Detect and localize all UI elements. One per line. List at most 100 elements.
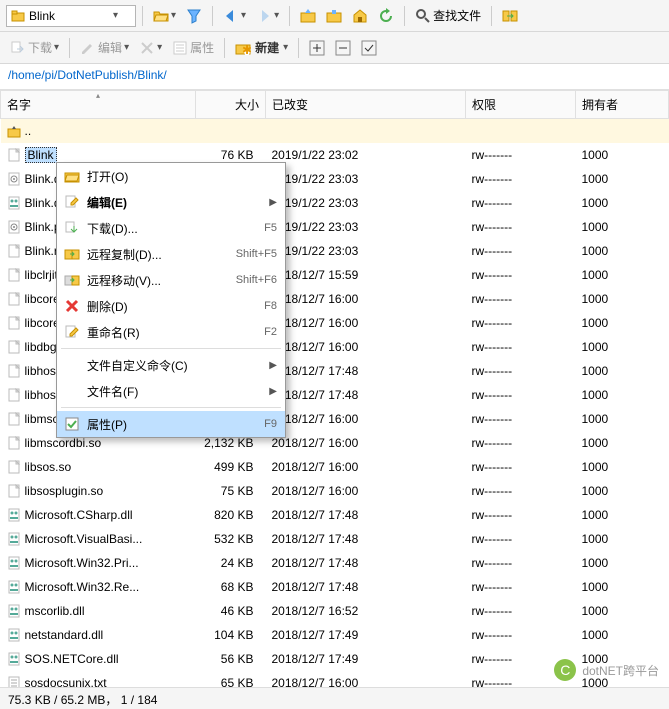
file-row[interactable]: libsos.so499 KB2018/12/7 16:00rw-------1… xyxy=(1,455,669,479)
chevron-right-icon: ▶ xyxy=(265,386,277,397)
menu-item[interactable]: 文件自定义命令(C)▶ xyxy=(57,352,285,378)
menu-label: 远程移动(V)... xyxy=(83,272,236,289)
menu-item[interactable]: 属性(P)F9 xyxy=(57,411,285,437)
file-owner: 1000 xyxy=(576,599,669,623)
file-changed: 2018/12/7 17:48 xyxy=(266,551,466,575)
folder-up-icon xyxy=(7,124,21,138)
menu-shortcut: F9 xyxy=(264,418,277,430)
edit-button[interactable]: 编辑▾ xyxy=(76,37,133,58)
menu-label: 删除(D) xyxy=(83,298,264,315)
menu-item[interactable]: 编辑(E)▶ xyxy=(57,189,285,215)
menu-item[interactable]: 打开(O) xyxy=(57,163,285,189)
menu-shortcut: F8 xyxy=(264,300,277,312)
file-size: 56 KB xyxy=(196,647,266,671)
file-icon xyxy=(7,460,21,474)
file-owner: 1000 xyxy=(576,551,669,575)
file-perm: rw------- xyxy=(466,191,576,215)
file-perm: rw------- xyxy=(466,479,576,503)
sync-button[interactable] xyxy=(498,6,522,26)
move-remote-icon xyxy=(64,272,80,288)
file-changed: 2018/12/7 17:48 xyxy=(266,503,466,527)
parent-dir-row[interactable]: .. xyxy=(1,119,669,143)
file-size: 46 KB xyxy=(196,599,266,623)
file-perm: rw------- xyxy=(466,431,576,455)
parent-folder-button[interactable] xyxy=(296,6,320,26)
menu-item[interactable]: 删除(D)F8 xyxy=(57,293,285,319)
menu-label: 文件自定义命令(C) xyxy=(83,357,265,374)
open-folder-button[interactable]: ▾ xyxy=(149,6,180,26)
file-owner: 1000 xyxy=(576,407,669,431)
properties-icon xyxy=(64,416,80,432)
file-size: 75 KB xyxy=(196,479,266,503)
refresh-button[interactable] xyxy=(374,6,398,26)
file-owner: 1000 xyxy=(576,575,669,599)
file-name: Microsoft.Win32.Pri... xyxy=(25,556,139,570)
home-button[interactable] xyxy=(348,6,372,26)
column-owner[interactable]: 拥有者 xyxy=(576,91,669,119)
x-icon xyxy=(139,40,155,56)
file-owner: 1000 xyxy=(576,263,669,287)
file-row[interactable]: Microsoft.Win32.Re...68 KB2018/12/7 17:4… xyxy=(1,575,669,599)
file-owner: 1000 xyxy=(576,215,669,239)
menu-label: 远程复制(D)... xyxy=(83,246,236,263)
minus-icon xyxy=(335,40,351,56)
root-folder-button[interactable] xyxy=(322,6,346,26)
file-perm: rw------- xyxy=(466,167,576,191)
file-icon xyxy=(7,484,21,498)
find-files-button[interactable]: 查找文件 xyxy=(411,5,485,26)
file-changed: 2018/12/7 16:00 xyxy=(266,311,466,335)
file-row[interactable]: Microsoft.Win32.Pri... 24 KB2018/12/7 17:… xyxy=(1,551,669,575)
menu-item[interactable]: 下载(D)...F5 xyxy=(57,215,285,241)
menu-label: 下载(D)... xyxy=(83,220,264,237)
context-menu: 打开(O)编辑(E)▶下载(D)...F5远程复制(D)...Shift+F5远… xyxy=(56,162,286,438)
download-button[interactable]: 下载▾ xyxy=(6,37,63,58)
menu-label: 编辑(E) xyxy=(83,194,265,211)
column-size[interactable]: 大小 xyxy=(196,91,266,119)
file-row[interactable]: Microsoft.VisualBasi...532 KB2018/12/7 1… xyxy=(1,527,669,551)
plus-button[interactable] xyxy=(305,38,329,58)
file-perm: rw------- xyxy=(466,527,576,551)
file-perm: rw------- xyxy=(466,263,576,287)
file-changed: 2018/12/7 15:59 xyxy=(266,263,466,287)
folder-root-icon xyxy=(326,8,342,24)
file-size: 24 KB xyxy=(196,551,266,575)
menu-item[interactable]: 文件名(F)▶ xyxy=(57,378,285,404)
folder-name-input[interactable] xyxy=(29,9,109,23)
new-button[interactable]: ✱新建▾ xyxy=(231,37,292,58)
path-bar[interactable]: /home/pi/DotNetPublish/Blink/ xyxy=(0,64,669,90)
dll-icon xyxy=(7,652,21,666)
minus-button[interactable] xyxy=(331,38,355,58)
back-button[interactable]: ▾ xyxy=(219,6,250,26)
delete-icon xyxy=(64,298,80,314)
file-name: Microsoft.Win32.Re... xyxy=(25,580,140,594)
delete-button[interactable]: ▾ xyxy=(135,38,166,58)
file-perm: rw------- xyxy=(466,143,576,167)
chevron-right-icon: ▶ xyxy=(265,360,277,371)
forward-button[interactable]: ▾ xyxy=(252,6,283,26)
main-toolbar: ▾ ▾ ▾ ▾ 查找文件 xyxy=(0,0,669,32)
home-icon xyxy=(352,8,368,24)
watermark: C dotNET跨平台 xyxy=(554,659,659,681)
menu-item[interactable]: 重命名(R)F2 xyxy=(57,319,285,345)
dll-icon xyxy=(7,604,21,618)
menu-item[interactable]: 远程复制(D)...Shift+F5 xyxy=(57,241,285,267)
file-row[interactable]: mscorlib.dll46 KB2018/12/7 16:52rw------… xyxy=(1,599,669,623)
status-bar: 75.3 KB / 65.2 MB， 1 / 184 xyxy=(0,687,669,709)
properties-button[interactable]: 属性 xyxy=(168,37,218,58)
refresh-icon xyxy=(378,8,394,24)
file-name: Microsoft.VisualBasi... xyxy=(25,532,143,546)
file-perm: rw------- xyxy=(466,215,576,239)
check-button[interactable] xyxy=(357,38,381,58)
column-changed[interactable]: 已改变 xyxy=(266,91,466,119)
column-permissions[interactable]: 权限 xyxy=(466,91,576,119)
file-row[interactable]: libsosplugin.so75 KB2018/12/7 16:00rw---… xyxy=(1,479,669,503)
file-row[interactable]: Microsoft.CSharp.dll820 KB2018/12/7 17:4… xyxy=(1,503,669,527)
file-row[interactable]: netstandard.dll104 KB2018/12/7 17:49rw--… xyxy=(1,623,669,647)
folder-dropdown[interactable]: ▾ xyxy=(6,5,136,27)
file-changed: 2018/12/7 17:48 xyxy=(266,527,466,551)
column-name[interactable]: ▴名字 xyxy=(1,91,196,119)
menu-item[interactable]: 远程移动(V)...Shift+F6 xyxy=(57,267,285,293)
file-perm: rw------- xyxy=(466,239,576,263)
filter-button[interactable] xyxy=(182,6,206,26)
config-icon xyxy=(7,220,21,234)
